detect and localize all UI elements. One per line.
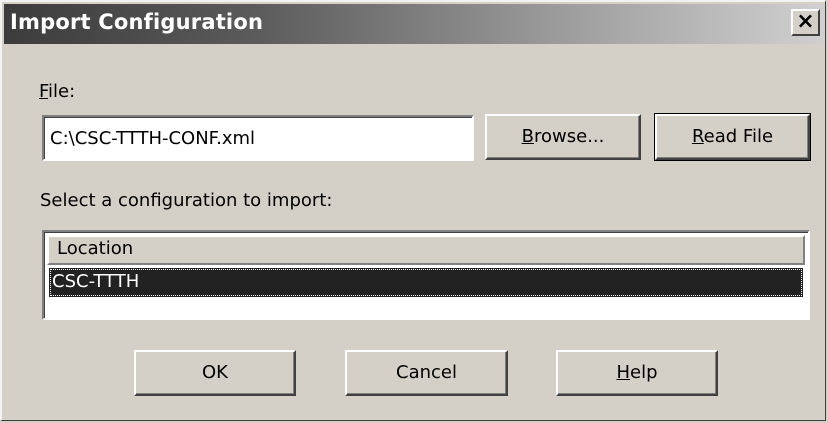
import-configuration-dialog: Import Configuration × File: Browse... R…	[0, 0, 826, 421]
list-item-location: CSC-TTTH	[52, 271, 140, 292]
column-header-location[interactable]: Location	[47, 235, 805, 265]
ok-button-label: OK	[202, 362, 228, 383]
cancel-button-label: Cancel	[396, 362, 457, 383]
ok-button[interactable]: OK	[134, 350, 296, 396]
file-path-input[interactable]	[50, 125, 460, 151]
window-title: Import Configuration	[10, 10, 264, 34]
read-file-button-label: Read File	[691, 126, 774, 147]
browse-button-label: Browse...	[521, 126, 605, 147]
help-button-label: Help	[616, 362, 658, 383]
select-configuration-prompt: Select a configuration to import:	[40, 190, 333, 211]
read-file-button[interactable]: Read File	[654, 113, 811, 161]
file-path-field-frame[interactable]	[42, 115, 474, 161]
help-button[interactable]: Help	[556, 350, 718, 396]
browse-button[interactable]: Browse...	[485, 114, 641, 160]
title-bar[interactable]: Import Configuration ×	[4, 4, 824, 44]
close-icon: ×	[796, 9, 815, 34]
list-item-selected[interactable]: CSC-TTTH	[49, 268, 803, 297]
close-button[interactable]: ×	[791, 9, 820, 36]
configuration-list[interactable]: Location CSC-TTTH	[42, 230, 810, 320]
file-label: File:	[39, 81, 76, 102]
cancel-button[interactable]: Cancel	[345, 350, 508, 396]
